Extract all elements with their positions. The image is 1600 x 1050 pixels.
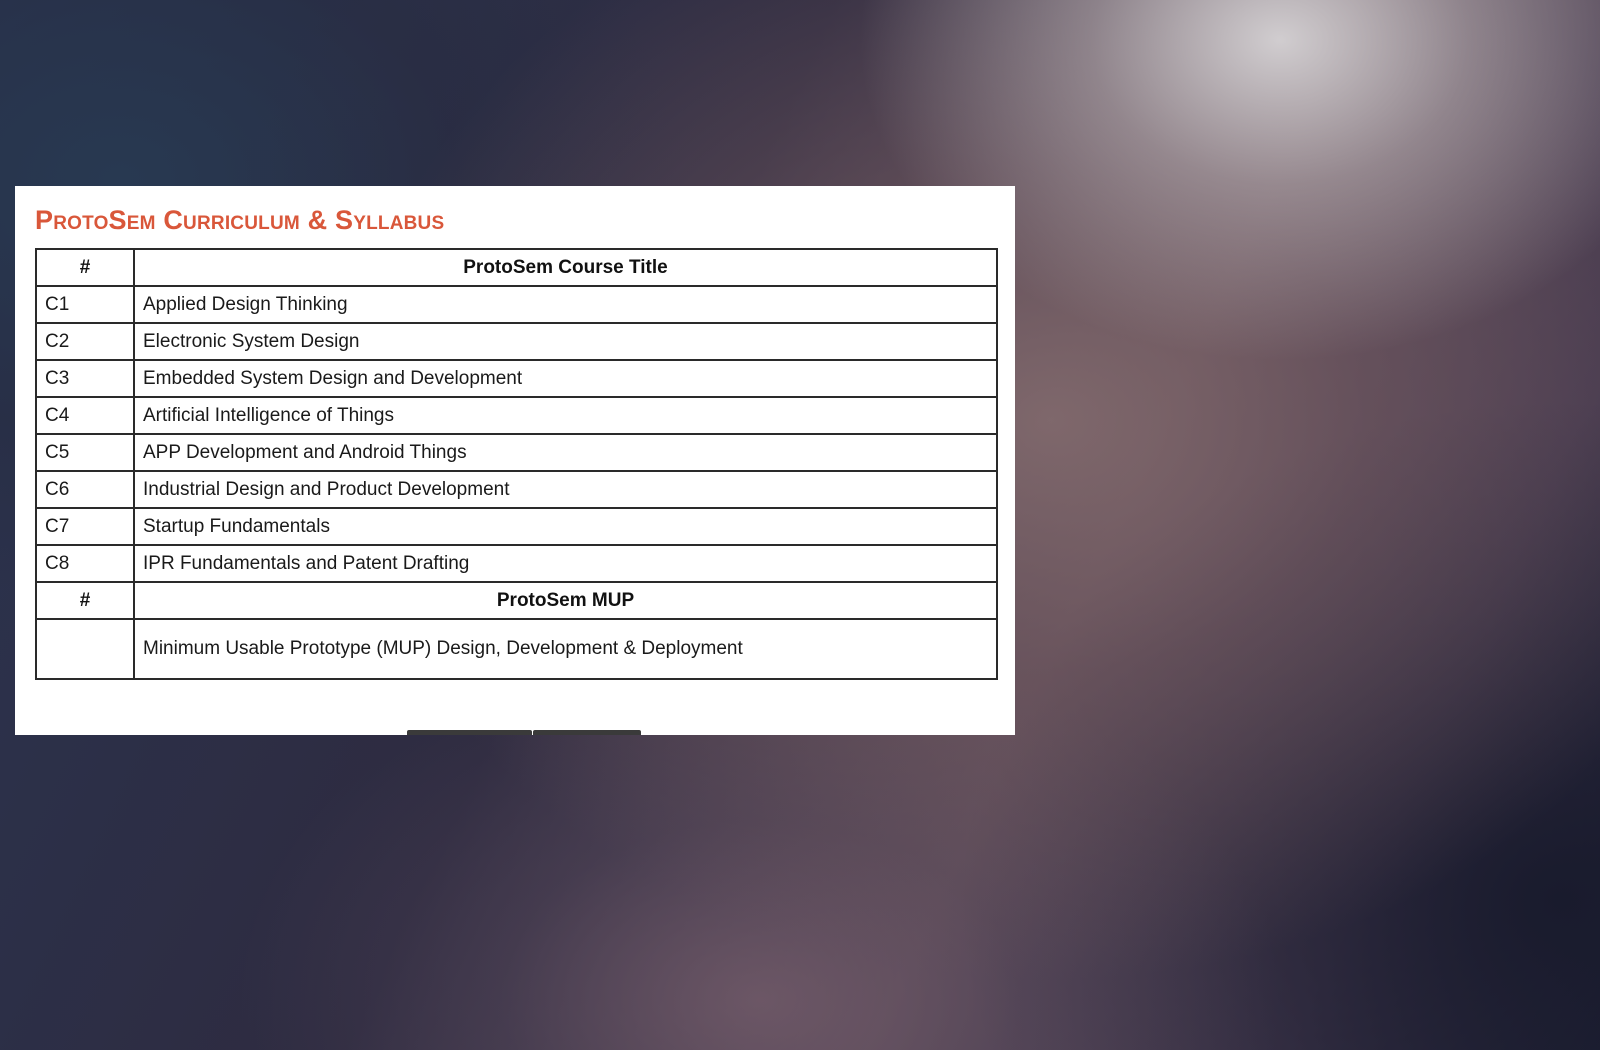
column-header-number: # xyxy=(35,248,135,287)
course-title: Applied Design Thinking xyxy=(133,285,998,324)
table-row: C7 Startup Fundamentals xyxy=(35,507,998,546)
table-row: C3 Embedded System Design and Developmen… xyxy=(35,359,998,398)
slide-tab-strip[interactable] xyxy=(407,730,641,735)
slide-tab[interactable] xyxy=(533,730,641,735)
course-title: Embedded System Design and Development xyxy=(133,359,998,398)
syllabus-slide: ProtoSem Curriculum & Syllabus # ProtoSe… xyxy=(15,186,1015,735)
table-header-row: # ProtoSem Course Title xyxy=(35,248,998,287)
mup-id xyxy=(35,618,135,680)
table-row: C8 IPR Fundamentals and Patent Drafting xyxy=(35,544,998,583)
table-row: C4 Artificial Intelligence of Things xyxy=(35,396,998,435)
table-row: C1 Applied Design Thinking xyxy=(35,285,998,324)
course-title: Electronic System Design xyxy=(133,322,998,361)
table-row: C6 Industrial Design and Product Develop… xyxy=(35,470,998,509)
table-row: C2 Electronic System Design xyxy=(35,322,998,361)
table-row: Minimum Usable Prototype (MUP) Design, D… xyxy=(35,618,998,680)
course-title: IPR Fundamentals and Patent Drafting xyxy=(133,544,998,583)
column-header-number: # xyxy=(35,581,135,620)
course-id: C5 xyxy=(35,433,135,472)
mup-header-row: # ProtoSem MUP xyxy=(35,581,998,620)
slide-tab[interactable] xyxy=(407,730,532,735)
table-row: C5 APP Development and Android Things xyxy=(35,433,998,472)
course-title: Startup Fundamentals xyxy=(133,507,998,546)
column-header-mup: ProtoSem MUP xyxy=(133,581,998,620)
mup-title: Minimum Usable Prototype (MUP) Design, D… xyxy=(133,618,998,680)
course-id: C3 xyxy=(35,359,135,398)
course-title: Artificial Intelligence of Things xyxy=(133,396,998,435)
course-id: C6 xyxy=(35,470,135,509)
curriculum-table: # ProtoSem Course Title C1 Applied Desig… xyxy=(35,248,998,680)
course-id: C8 xyxy=(35,544,135,583)
course-title: APP Development and Android Things xyxy=(133,433,998,472)
slide-title: ProtoSem Curriculum & Syllabus xyxy=(35,205,445,235)
course-id: C4 xyxy=(35,396,135,435)
column-header-course-title: ProtoSem Course Title xyxy=(133,248,998,287)
course-title: Industrial Design and Product Developmen… xyxy=(133,470,998,509)
course-id: C7 xyxy=(35,507,135,546)
course-id: C1 xyxy=(35,285,135,324)
course-id: C2 xyxy=(35,322,135,361)
